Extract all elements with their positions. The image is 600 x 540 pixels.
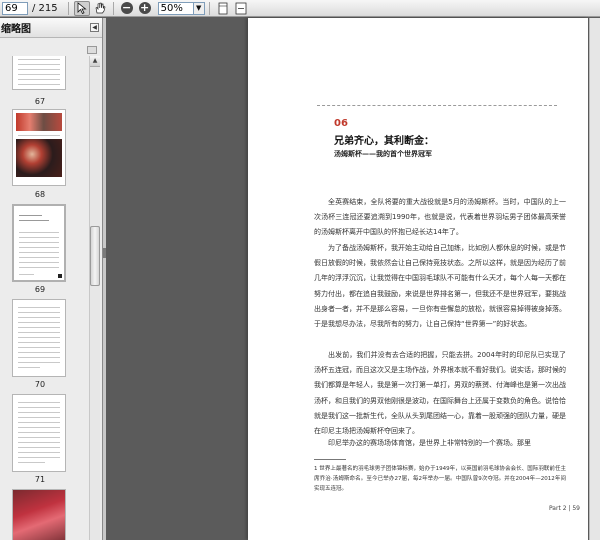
fit-page-icon <box>218 2 228 14</box>
fit-width-icon <box>235 2 247 14</box>
thumbnail-label: 71 <box>34 475 46 484</box>
page-total-label: / 215 <box>32 2 58 14</box>
body-paragraph: 出发前，我们并没有去合适的把握，只能去拼。2004年时的印尼队已实现了汤杯五连冠… <box>314 351 566 436</box>
page-thumbnail[interactable] <box>12 299 66 377</box>
zoom-level-select[interactable]: ▼ <box>157 1 205 15</box>
thumbnail-panel-header: 缩略图 ◀ <box>0 18 102 38</box>
hand-icon <box>95 2 106 14</box>
photo-thumbnail <box>13 490 65 540</box>
splitter-grip-icon[interactable] <box>103 248 106 258</box>
zoom-level-input[interactable] <box>157 1 194 15</box>
page-number-input[interactable] <box>2 1 28 15</box>
page-folio: Part 2 | 59 <box>548 505 580 512</box>
thumbnail-label: 68 <box>34 190 46 199</box>
page-thumbnail[interactable] <box>12 394 66 472</box>
hand-tool-button[interactable] <box>92 1 108 16</box>
current-page-marker-icon <box>58 274 62 278</box>
zoom-dropdown-arrow-icon[interactable]: ▼ <box>193 1 205 15</box>
body-paragraph: 为了备战汤姆斯杯，我开始主动给自己加练，比如别人都休息的时候，或是节假日放假的时… <box>314 244 566 329</box>
toolbar-separator <box>67 1 69 15</box>
toolbar-separator <box>112 1 114 15</box>
toolbar: / 215 − + ▼ <box>0 0 600 17</box>
select-tool-button[interactable] <box>73 0 90 16</box>
chapter-subtitle: 汤姆斯杯——我的首个世界冠军 <box>334 150 432 158</box>
toolbar-separator <box>208 1 210 15</box>
photo-thumbnail-bottom <box>16 139 62 177</box>
panel-splitter[interactable] <box>103 18 106 540</box>
thumbnail-scrollbar[interactable]: ▲ <box>89 56 100 540</box>
zoom-in-button[interactable]: + <box>137 1 153 16</box>
body-paragraph: 全英赛结束，全队将要的重大战役就是5月的汤姆斯杯。当时，中国队的上一次汤杯三连冠… <box>314 198 566 237</box>
chapter-rule <box>317 105 557 106</box>
pdf-viewer-window: / 215 − + ▼ 缩略图 ◀ <box>0 0 600 540</box>
chapter-number: 06 <box>334 118 348 129</box>
footnote: 1 世界上最著名的羽毛球男子团体锦标赛，始办于1949年，以英国前羽毛球协会会长… <box>314 466 566 492</box>
thumbnail-label: 70 <box>34 380 46 389</box>
panel-title: 缩略图 <box>1 24 31 35</box>
photo-thumbnail-top <box>16 113 62 131</box>
document-scrollbar[interactable] <box>589 18 600 540</box>
chapter-title: 兄弟齐心，其利断金： <box>334 136 434 147</box>
page-thumbnail[interactable] <box>12 56 66 90</box>
page-thumbnail[interactable] <box>12 109 66 186</box>
minus-icon: − <box>120 1 133 14</box>
collapse-panel-button[interactable]: ◀ <box>90 23 99 32</box>
thumbnail-panel: 缩略图 ◀ 67 68 69 70 71 ▲ <box>0 18 103 540</box>
plus-icon: + <box>138 1 151 14</box>
document-page: 06 兄弟齐心，其利断金： 汤姆斯杯——我的首个世界冠军 全英赛结束，全队将要的… <box>248 18 588 540</box>
thumbnail-list: 67 68 69 70 71 <box>0 56 90 540</box>
thumbnail-label: 67 <box>34 97 46 106</box>
fit-width-button[interactable] <box>233 1 249 16</box>
thumbnail-label: 69 <box>34 285 46 294</box>
fit-page-button[interactable] <box>215 1 231 16</box>
body-paragraph: 印尼举办这的赛场场体育馆，是世界上非常特别的一个赛场。那里 <box>328 439 531 447</box>
page-thumbnail-current[interactable] <box>12 204 66 282</box>
footnote-rule <box>314 459 346 460</box>
scroll-up-arrow-icon[interactable]: ▲ <box>90 56 100 67</box>
scrollbar-thumb[interactable] <box>90 226 100 286</box>
zoom-out-button[interactable]: − <box>119 1 135 16</box>
cursor-arrow-icon <box>77 2 87 14</box>
page-thumbnail[interactable] <box>12 489 66 540</box>
panel-options-icon[interactable] <box>87 46 97 54</box>
